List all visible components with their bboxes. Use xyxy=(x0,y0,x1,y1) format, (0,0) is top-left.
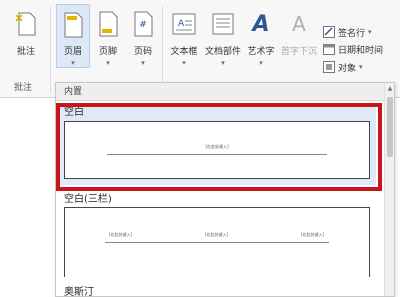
chevron-down-icon: ▾ xyxy=(368,28,372,36)
scroll-up-arrow-icon[interactable]: ▲ xyxy=(386,85,394,93)
chevron-down-icon: ▾ xyxy=(259,59,263,67)
wordart-button-label: 艺术字 xyxy=(247,47,275,57)
page-number-icon: # xyxy=(131,10,155,38)
wordart-icon: A xyxy=(252,11,270,37)
placeholder-text: [在此处键入] xyxy=(205,232,229,237)
gallery-item-title: 奥斯汀 xyxy=(64,287,94,297)
scroll-thumb[interactable] xyxy=(387,97,393,157)
quick-parts-icon xyxy=(211,10,235,38)
gallery-item-blank-three-column[interactable]: [在此处键入] [在此处键入] [在此处键入] xyxy=(64,207,370,277)
object-label: 对象 xyxy=(338,63,357,74)
header-rule xyxy=(105,242,329,243)
quick-parts-button-label: 文档部件 xyxy=(204,47,241,57)
group-divider xyxy=(50,6,51,94)
header-button-label: 页眉 xyxy=(63,47,82,57)
gallery-section-header: 内置 xyxy=(56,83,386,101)
page-number-glyph: # xyxy=(139,20,147,30)
footer-button-label: 页脚 xyxy=(98,47,117,57)
object-button[interactable]: 对象 ▾ xyxy=(323,59,363,75)
chevron-down-icon: ▾ xyxy=(182,59,186,67)
textbox-button-label: 文本框 xyxy=(170,47,198,57)
footer-button[interactable]: 页脚 ▾ xyxy=(92,4,124,68)
header-gallery: 内置 空白 [在此处键入] 空白(三栏) [在此处键入] [在此处键入] [在此… xyxy=(55,82,395,297)
comment-icon xyxy=(14,10,38,38)
chevron-down-icon: ▾ xyxy=(71,59,75,67)
page-number-button[interactable]: # 页码 ▾ xyxy=(128,4,158,68)
group-divider xyxy=(162,6,163,94)
chevron-down-icon: ▾ xyxy=(106,59,110,67)
page-number-button-label: 页码 xyxy=(133,47,152,57)
comment-group-label: 批注 xyxy=(14,83,33,93)
signature-icon xyxy=(323,26,335,38)
placeholder-text: [在此处键入] xyxy=(109,232,133,237)
comment-button-label: 批注 xyxy=(16,47,35,57)
signature-line-label: 签名行 xyxy=(338,28,366,39)
drop-cap-icon: A xyxy=(292,12,306,36)
textbox-button[interactable]: A 文本框 ▾ xyxy=(166,4,202,68)
header-icon xyxy=(61,11,85,38)
chevron-down-icon: ▾ xyxy=(359,63,363,71)
date-time-label: 日期和时间 xyxy=(338,45,384,56)
object-icon xyxy=(323,61,335,73)
comment-button[interactable]: 批注 xyxy=(6,4,46,68)
svg-text:A: A xyxy=(178,19,185,29)
header-button[interactable]: 页眉 ▾ xyxy=(56,4,90,68)
calendar-icon xyxy=(323,43,335,55)
chevron-down-icon: ▾ xyxy=(221,59,225,67)
gallery-item-title: 空白(三栏) xyxy=(64,194,112,205)
gallery-scrollbar[interactable]: ▲ xyxy=(384,83,394,296)
drop-cap-button-label: 首字下沉 xyxy=(280,47,317,57)
placeholder-text: [在此处键入] xyxy=(301,232,325,237)
wordart-button[interactable]: A 艺术字 ▾ xyxy=(245,4,277,68)
footer-icon xyxy=(96,10,120,38)
selection-outline xyxy=(56,103,382,191)
date-time-button[interactable]: 日期和时间 xyxy=(323,41,383,57)
textbox-icon: A xyxy=(172,10,196,38)
drop-cap-button[interactable]: A 首字下沉 xyxy=(280,4,318,68)
quick-parts-button[interactable]: 文档部件 ▾ xyxy=(204,4,242,68)
signature-line-button[interactable]: 签名行 ▾ xyxy=(323,24,372,40)
chevron-down-icon: ▾ xyxy=(141,59,145,67)
